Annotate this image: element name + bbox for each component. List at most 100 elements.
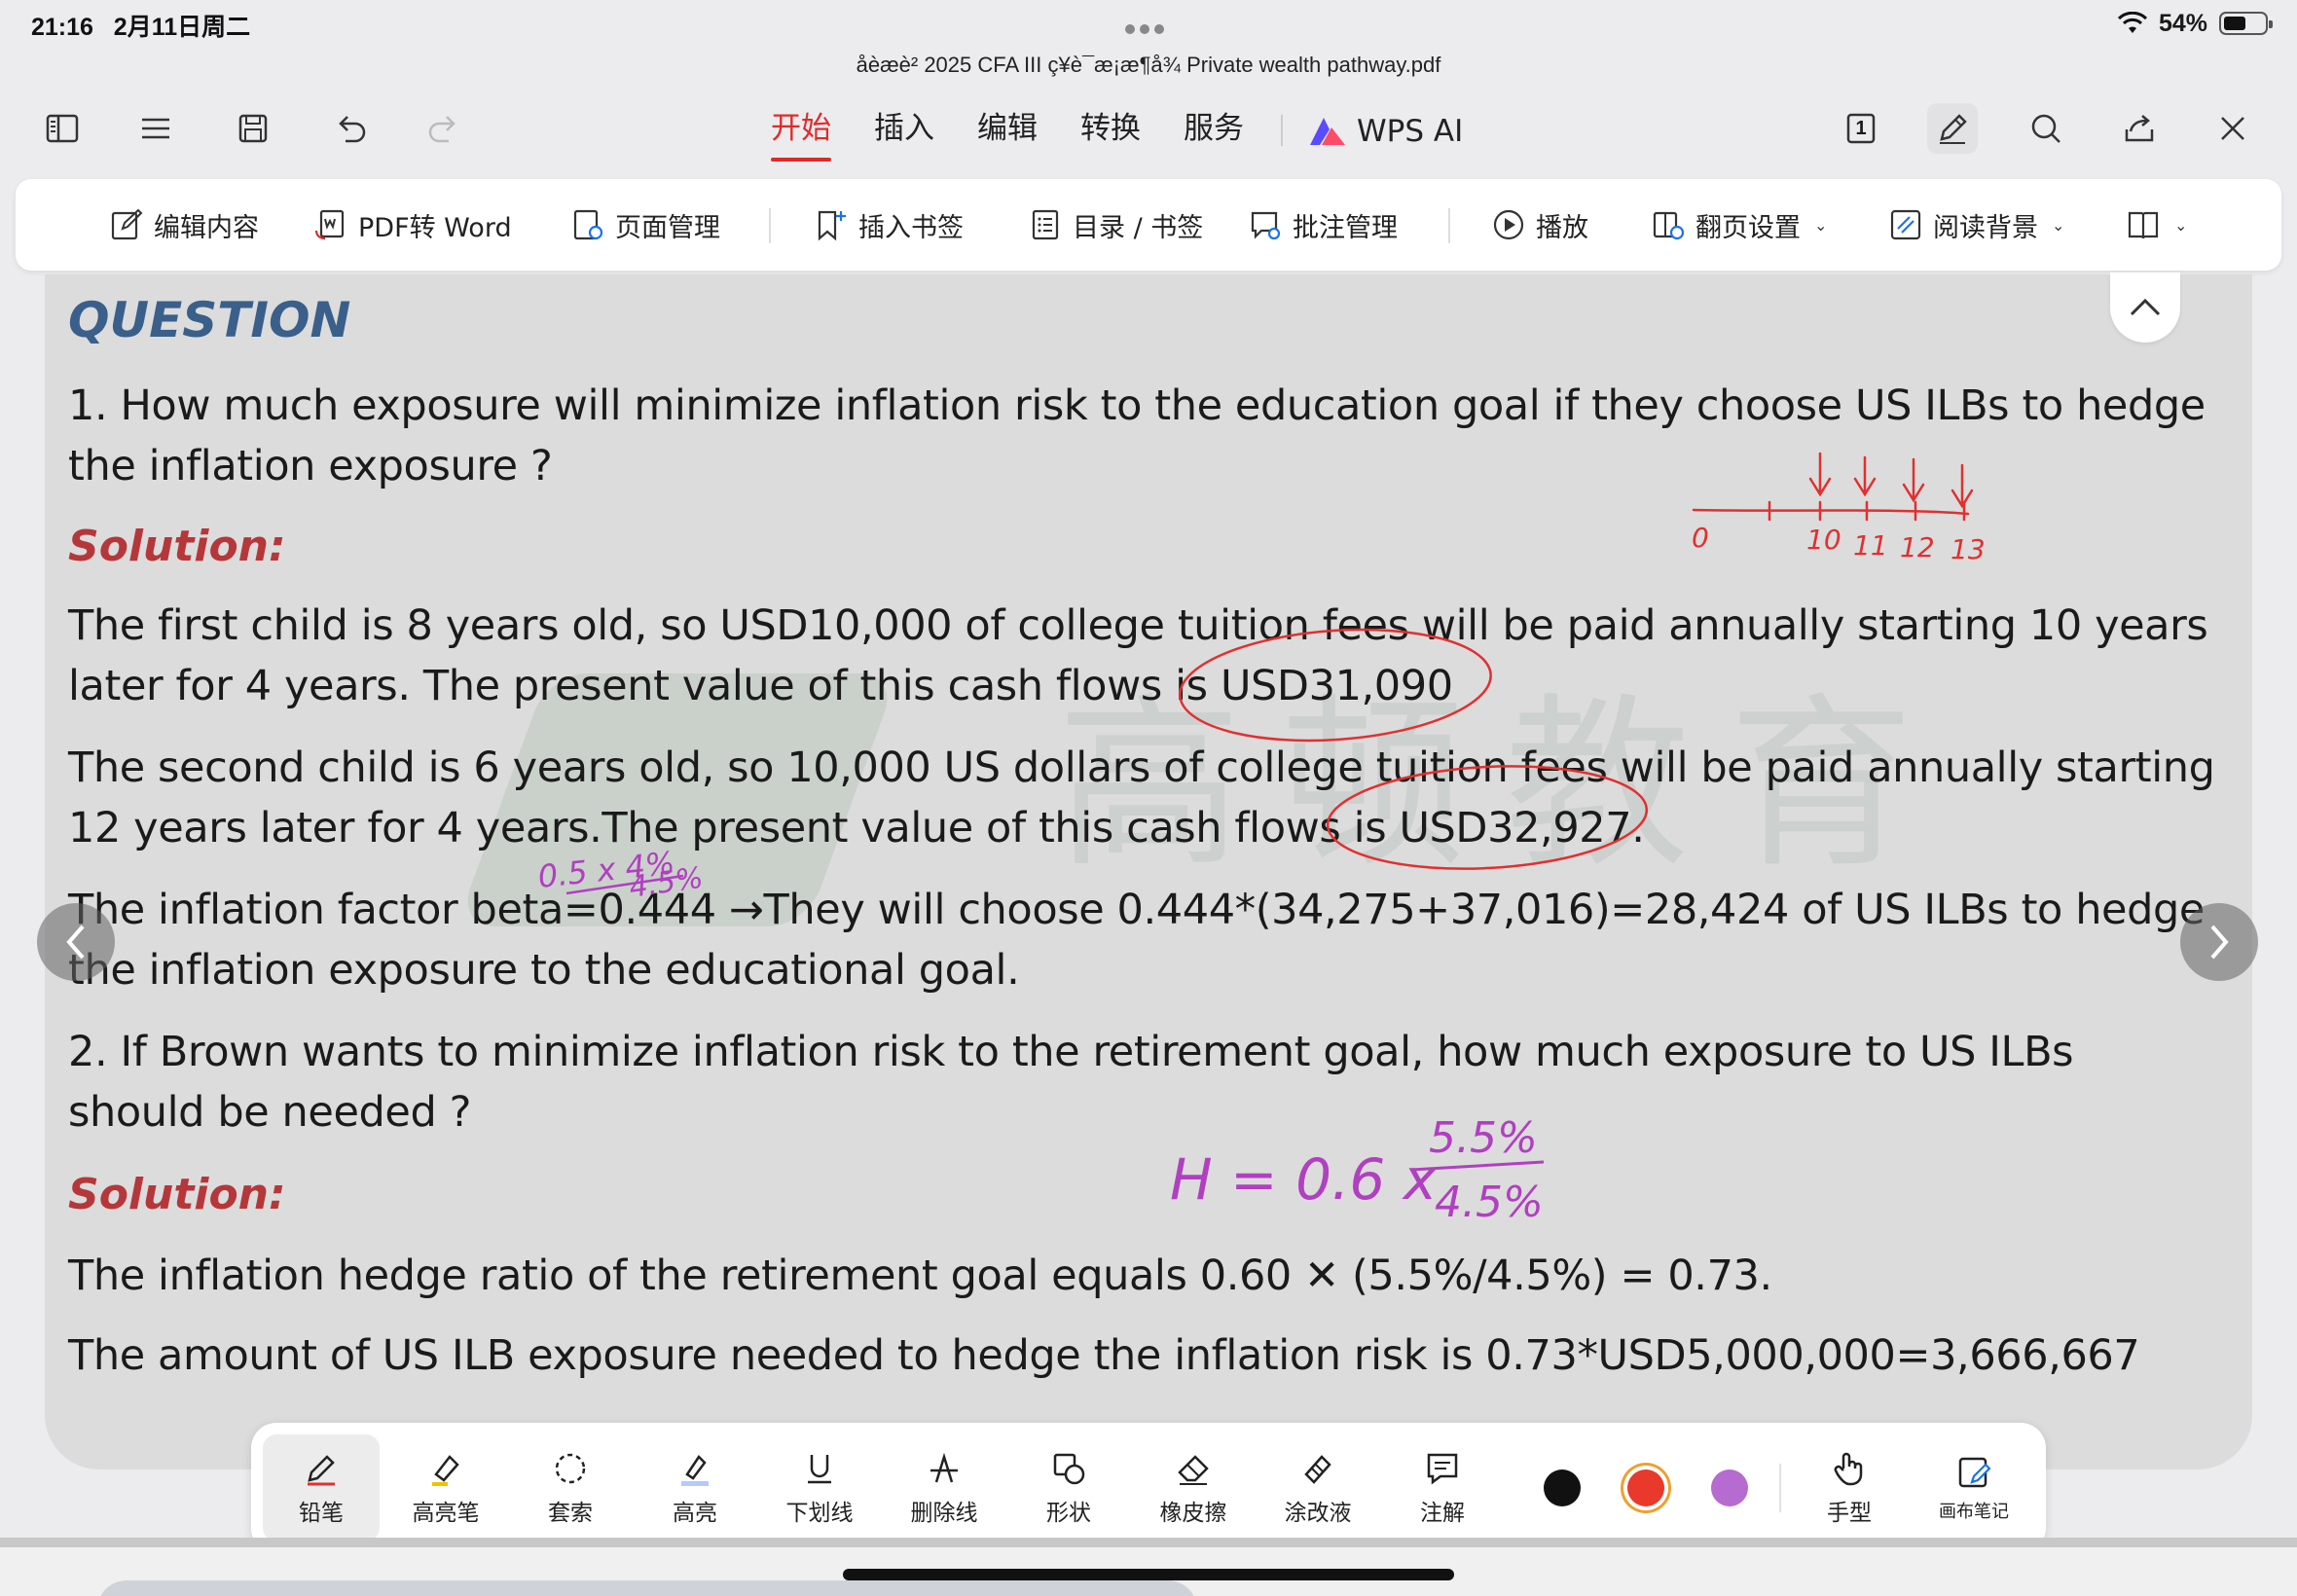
question-2-line-1: 2. If Brown wants to minimize inflation …: [68, 1028, 2074, 1076]
tool-underline[interactable]: 下划线: [761, 1434, 878, 1542]
page-number: 1: [1855, 117, 1867, 139]
tool-hand[interactable]: 手型: [1791, 1434, 1908, 1542]
toc-bookmark-button[interactable]: 目录 / 书签: [1028, 204, 1203, 245]
tool-eraser[interactable]: 橡皮擦: [1135, 1434, 1252, 1542]
correction-fluid-icon: [1304, 1455, 1331, 1484]
tab-start[interactable]: 开始: [749, 107, 853, 162]
close-button[interactable]: [2207, 103, 2258, 154]
page-number-button[interactable]: 1: [1836, 103, 1886, 154]
solution-1-para-2-line-1: The second child is 6 years old, so 10,0…: [68, 744, 2215, 792]
wps-ai-button[interactable]: WPS AI: [1298, 107, 1463, 156]
solution-label-1: Solution:: [68, 522, 286, 571]
solution-1-para-1-line-1: The first child is 8 years old, so USD10…: [68, 601, 2208, 650]
chevron-down-icon: ⌄: [1814, 215, 1828, 235]
play-button[interactable]: 播放: [1491, 204, 1588, 245]
wps-ai-label: WPS AI: [1357, 114, 1464, 149]
next-page-button[interactable]: [2180, 903, 2258, 981]
question-heading: QUESTION: [68, 292, 351, 348]
comment-manage-icon: [1251, 211, 1281, 240]
sidebar-toggle-button[interactable]: [37, 103, 88, 154]
wps-ai-logo-icon: [1310, 118, 1345, 145]
comment-manage-button[interactable]: 批注管理: [1248, 204, 1398, 245]
chevron-down-icon: ⌄: [2174, 215, 2188, 235]
note-icon: [1427, 1453, 1458, 1485]
reading-background-button[interactable]: 阅读背景 ⌄: [1888, 204, 2064, 245]
battery-percent: 54%: [2158, 9, 2207, 37]
status-right: 54%: [2117, 8, 2273, 39]
pdf-page[interactable]: 高顿教育 QUESTION 1. How much exposure will …: [45, 274, 2252, 1469]
tab-convert[interactable]: 转换: [1059, 107, 1162, 156]
undo-button[interactable]: [325, 103, 376, 154]
page-manage-button[interactable]: 页面管理: [570, 204, 720, 245]
view-mode-button[interactable]: ⌄: [2126, 204, 2187, 245]
solution-2-para-2: The amount of US ILB exposure needed to …: [68, 1331, 2140, 1380]
top-toolbar: 开始 插入 编辑 转换 服务 WPS AI 1: [0, 97, 2297, 162]
redo-icon: [428, 116, 456, 143]
document-title: åèæè² 2025 CFA III ç¥è¯æ¡æ¶å¾ Private we…: [856, 53, 1441, 77]
ribbon-separator: [769, 208, 771, 243]
question-1-line-2: the inflation exposure ?: [68, 442, 553, 490]
edit-content-button[interactable]: 编辑内容: [109, 204, 259, 245]
color-red-swatch[interactable]: [1627, 1469, 1664, 1506]
chevron-up-icon: [2130, 298, 2161, 316]
tool-lasso[interactable]: 套索: [512, 1434, 629, 1542]
ribbon-separator: [1448, 208, 1450, 243]
tool-highlight[interactable]: 高亮: [637, 1434, 753, 1542]
save-button[interactable]: [228, 103, 278, 154]
underline-icon: [808, 1455, 831, 1484]
canvas-note-icon: [1958, 1457, 1991, 1488]
question-1-line-1: 1. How much exposure will minimize infla…: [68, 381, 2206, 430]
page-turn-settings-button[interactable]: 翻页设置 ⌄: [1651, 204, 1827, 245]
eraser-icon: [1178, 1455, 1209, 1485]
tool-strikethrough[interactable]: 删除线: [886, 1434, 1003, 1542]
strikethrough-icon: [930, 1452, 958, 1483]
solution-1-para-2-line-2: 12 years later for 4 years.The present v…: [68, 804, 1645, 852]
tab-edit[interactable]: 编辑: [956, 107, 1059, 156]
pdf-to-word-icon: [314, 209, 345, 240]
tool-correction-fluid[interactable]: 涂改液: [1259, 1434, 1376, 1542]
tool-note[interactable]: 注解: [1384, 1434, 1501, 1542]
pen-edit-icon: [1940, 114, 1967, 144]
solution-1-para-3-line-1: The inflation factor beta=0.444 →They wi…: [68, 886, 2205, 934]
solution-1-para-1-line-2: later for 4 years. The present value of …: [68, 662, 1453, 710]
tab-service[interactable]: 服务: [1162, 107, 1265, 156]
pdf-to-word-button[interactable]: PDF转 Word: [313, 204, 512, 245]
home-indicator[interactable]: [843, 1569, 1454, 1580]
menu-icon: [142, 118, 169, 139]
solution-2-para-1: The inflation hedge ratio of the retirem…: [68, 1251, 1772, 1300]
share-icon: [2125, 115, 2154, 142]
tool-canvas-note[interactable]: 画布笔记: [1915, 1434, 2032, 1542]
share-button[interactable]: [2114, 103, 2165, 154]
tool-pencil[interactable]: 铅笔: [263, 1434, 380, 1542]
color-black-swatch[interactable]: [1544, 1469, 1581, 1506]
sidebar-icon: [46, 114, 79, 143]
battery-icon: [2219, 12, 2273, 35]
previous-page-button[interactable]: [37, 903, 115, 981]
edit-content-icon: [111, 208, 143, 240]
next-page-peek: [0, 1538, 2297, 1596]
page-turn-icon: [1653, 211, 1685, 240]
search-button[interactable]: [2021, 103, 2071, 154]
redo-button[interactable]: [419, 103, 469, 154]
tab-insert[interactable]: 插入: [853, 107, 956, 156]
annotate-pen-button[interactable]: [1927, 103, 1978, 154]
status-bar: 21:16 2月11日周二 54%: [0, 0, 2297, 47]
collapse-ribbon-button[interactable]: [2110, 272, 2180, 343]
chevron-down-icon: ⌄: [2052, 215, 2065, 235]
status-time: 21:16 2月11日周二: [31, 14, 251, 41]
bookmark-add-icon: [818, 210, 846, 241]
hand-icon: [1834, 1452, 1863, 1486]
undo-icon: [339, 116, 366, 143]
color-purple-swatch[interactable]: [1711, 1469, 1748, 1506]
highlighter-pen-icon: [432, 1455, 459, 1486]
solution-label-2: Solution:: [68, 1170, 286, 1219]
insert-bookmark-button[interactable]: 插入书签: [814, 204, 964, 245]
page-manage-icon: [573, 209, 603, 240]
tool-highlighter-pen[interactable]: 高亮笔: [387, 1434, 504, 1542]
multitask-dots[interactable]: [1125, 19, 1172, 34]
chevron-right-icon: [2210, 925, 2229, 960]
tool-shape[interactable]: 形状: [1010, 1434, 1127, 1542]
wifi-icon: [2117, 12, 2147, 33]
menu-button[interactable]: [130, 103, 181, 154]
reading-background-icon: [1890, 209, 1921, 240]
